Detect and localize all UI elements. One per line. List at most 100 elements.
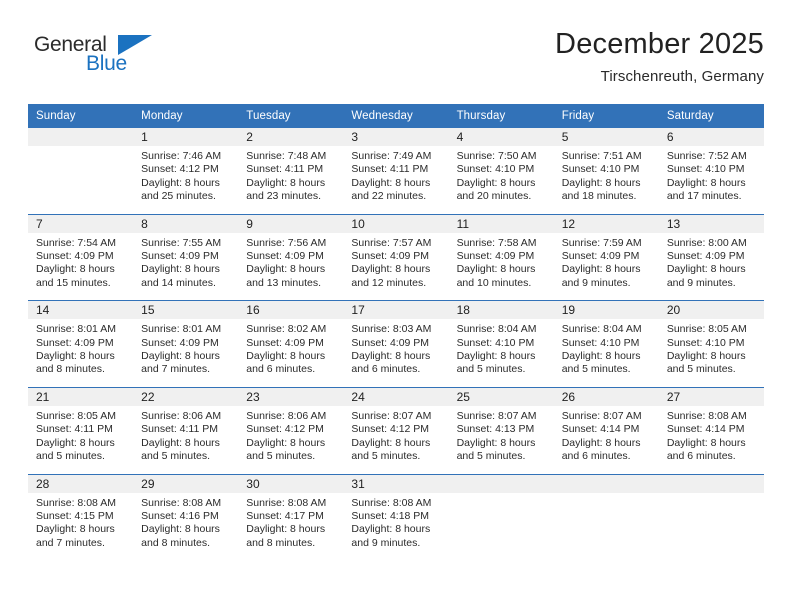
daylight-text-line1: Daylight: 8 hours [246, 263, 326, 276]
calendar-day-cell[interactable]: 23 Sunrise: 8:06 AM Sunset: 4:12 PM Dayligh… [238, 386, 344, 474]
daylight-text-line2: and 17 minutes. [666, 190, 742, 203]
day-details: Sunrise: 8:08 AM Sunset: 4:14 PM Daylight:… [659, 406, 764, 474]
sunset-text: Sunset: 4:16 PM [141, 509, 219, 522]
day-details: Sunrise: 8:07 AM Sunset: 4:13 PM Daylight:… [449, 406, 554, 474]
sunset-text: Sunset: 4:17 PM [246, 509, 324, 522]
sunset-text: Sunset: 4:09 PM [351, 336, 430, 349]
calendar-day-cell[interactable]: 18 Sunrise: 8:04 AM Sunset: 4:10 PM Dayligh… [448, 300, 554, 388]
calendar-day-cell[interactable]: 20 Sunrise: 8:05 AM Sunset: 4:10 PM Dayligh… [658, 300, 764, 388]
sunrise-text: Sunrise: 7:50 AM [456, 150, 537, 162]
daylight-text-line1: Daylight: 8 hours [36, 263, 115, 276]
calendar-day-cell[interactable]: 5 Sunrise: 7:51 AM Sunset: 4:10 PM Daylight… [553, 128, 659, 214]
day-details [659, 493, 764, 555]
sunset-text: Sunset: 4:10 PM [456, 336, 535, 349]
day-details: Sunrise: 7:59 AM Sunset: 4:09 PM Daylight:… [554, 233, 659, 301]
day-details: Sunrise: 8:08 AM Sunset: 4:17 PM Daylight:… [238, 493, 343, 561]
calendar-day-cell[interactable]: 31 Sunrise: 8:08 AM Sunset: 4:18 PM Dayligh… [343, 473, 449, 561]
calendar-day-cell[interactable]: 2 Sunrise: 7:48 AM Sunset: 4:11 PM Daylight… [238, 128, 344, 214]
day-details: Sunrise: 8:01 AM Sunset: 4:09 PM Daylight:… [28, 319, 133, 387]
sunset-text: Sunset: 4:12 PM [246, 423, 324, 436]
calendar-day-cell[interactable]: 22 Sunrise: 8:06 AM Sunset: 4:11 PM Dayligh… [133, 386, 239, 474]
daylight-text-line2: and 25 minutes. [141, 190, 216, 203]
calendar-day-cell[interactable]: 14 Sunrise: 8:01 AM Sunset: 4:09 PM Dayligh… [28, 300, 134, 388]
weekday-header-monday: Monday [133, 104, 239, 128]
day-details: Sunrise: 7:50 AM Sunset: 4:10 PM Daylight:… [449, 146, 554, 214]
daylight-text-line2: and 23 minutes. [246, 190, 321, 203]
day-details: Sunrise: 7:49 AM Sunset: 4:11 PM Daylight:… [343, 146, 448, 214]
day-number: 24 [343, 387, 449, 406]
daylight-text-line2: and 5 minutes. [351, 450, 421, 463]
calendar-day-cell[interactable]: 10 Sunrise: 7:57 AM Sunset: 4:09 PM Dayligh… [343, 213, 449, 301]
calendar-day-cell[interactable]: 17 Sunrise: 8:03 AM Sunset: 4:09 PM Dayligh… [343, 300, 449, 388]
day-details: Sunrise: 8:06 AM Sunset: 4:12 PM Daylight:… [238, 406, 343, 474]
calendar-day-cell[interactable]: 29 Sunrise: 8:08 AM Sunset: 4:16 PM Dayligh… [133, 473, 239, 561]
daylight-text-line2: and 13 minutes. [246, 276, 321, 289]
day-number: 21 [28, 387, 134, 406]
calendar-day-cell[interactable]: 27 Sunrise: 8:08 AM Sunset: 4:14 PM Dayligh… [658, 386, 764, 474]
calendar-week-row: 7 Sunrise: 7:54 AM Sunset: 4:09 PM Daylight… [28, 213, 764, 301]
calendar-day-cell[interactable]: 15 Sunrise: 8:01 AM Sunset: 4:09 PM Dayligh… [133, 300, 239, 388]
day-details: Sunrise: 8:07 AM Sunset: 4:12 PM Daylight:… [343, 406, 448, 474]
calendar-day-cell[interactable]: 13 Sunrise: 8:00 AM Sunset: 4:09 PM Dayligh… [658, 213, 764, 301]
sunrise-text: Sunrise: 8:00 AM [666, 236, 747, 249]
calendar-day-cell[interactable]: 6 Sunrise: 7:52 AM Sunset: 4:10 PM Daylight… [658, 128, 764, 214]
calendar-day-cell[interactable]: 24 Sunrise: 8:07 AM Sunset: 4:12 PM Dayligh… [343, 386, 449, 474]
daylight-text-line1: Daylight: 8 hours [351, 350, 431, 363]
sunset-text: Sunset: 4:09 PM [36, 336, 114, 349]
calendar-day-cell[interactable]: 19 Sunrise: 8:04 AM Sunset: 4:10 PM Dayligh… [553, 300, 659, 388]
daylight-text-line1: Daylight: 8 hours [246, 523, 326, 536]
calendar-day-cell[interactable]: 30 Sunrise: 8:08 AM Sunset: 4:17 PM Dayligh… [238, 473, 344, 561]
sunrise-text: Sunrise: 7:59 AM [561, 236, 642, 249]
sunset-text: Sunset: 4:09 PM [456, 250, 535, 263]
day-details: Sunrise: 7:48 AM Sunset: 4:11 PM Daylight:… [238, 146, 343, 214]
daylight-text-line1: Daylight: 8 hours [561, 176, 641, 189]
calendar-day-cell[interactable]: 21 Sunrise: 8:05 AM Sunset: 4:11 PM Dayligh… [28, 386, 134, 474]
weekday-header-wednesday: Wednesday [343, 104, 449, 128]
sunrise-text: Sunrise: 7:52 AM [666, 150, 747, 162]
sunset-text: Sunset: 4:09 PM [666, 250, 745, 263]
calendar-day-cell[interactable]: 3 Sunrise: 7:49 AM Sunset: 4:11 PM Daylight… [343, 128, 449, 214]
day-details: Sunrise: 7:51 AM Sunset: 4:10 PM Daylight:… [554, 146, 659, 214]
sunset-text: Sunset: 4:11 PM [246, 163, 324, 176]
sunrise-text: Sunrise: 7:55 AM [141, 236, 222, 249]
sunrise-text: Sunrise: 7:46 AM [141, 150, 222, 162]
day-number: 3 [343, 128, 449, 146]
calendar-day-cell[interactable]: 8 Sunrise: 7:55 AM Sunset: 4:09 PM Daylight… [133, 213, 239, 301]
sunrise-text: Sunrise: 8:02 AM [246, 323, 327, 336]
day-number [448, 474, 554, 493]
calendar-day-cell-empty [448, 473, 554, 561]
calendar-day-cell[interactable]: 11 Sunrise: 7:58 AM Sunset: 4:09 PM Dayligh… [448, 213, 554, 301]
weekday-header-row: Sunday Monday Tuesday Wednesday Thursday Frid… [28, 104, 764, 128]
daylight-text-line1: Daylight: 8 hours [561, 350, 641, 363]
sunset-text: Sunset: 4:14 PM [561, 423, 640, 436]
calendar-day-cell[interactable]: 12 Sunrise: 7:59 AM Sunset: 4:09 PM Dayligh… [553, 213, 659, 301]
sunrise-text: Sunrise: 8:04 AM [456, 323, 537, 336]
calendar-day-cell[interactable]: 9 Sunrise: 7:56 AM Sunset: 4:09 PM Daylight… [238, 213, 344, 301]
weekday-header-thursday: Thursday [448, 104, 554, 128]
day-number: 9 [238, 214, 344, 233]
daylight-text-line1: Daylight: 8 hours [246, 436, 326, 449]
day-number: 30 [238, 474, 344, 493]
calendar-day-cell[interactable]: 25 Sunrise: 8:07 AM Sunset: 4:13 PM Dayligh… [448, 386, 554, 474]
calendar-day-cell[interactable]: 7 Sunrise: 7:54 AM Sunset: 4:09 PM Daylight… [28, 213, 134, 301]
daylight-text-line1: Daylight: 8 hours [666, 436, 746, 449]
sunrise-text: Sunrise: 8:08 AM [246, 496, 327, 509]
calendar-day-cell[interactable]: 1 Sunrise: 7:46 AM Sunset: 4:12 PM Daylight… [133, 128, 239, 214]
calendar-day-cell-empty [553, 473, 659, 561]
weekday-header-saturday: Saturday [658, 104, 764, 128]
calendar-day-cell[interactable]: 4 Sunrise: 7:50 AM Sunset: 4:10 PM Daylight… [448, 128, 554, 214]
sunset-text: Sunset: 4:10 PM [666, 163, 745, 176]
sunrise-text: Sunrise: 7:48 AM [246, 150, 327, 162]
calendar-day-cell[interactable]: 26 Sunrise: 8:07 AM Sunset: 4:14 PM Dayligh… [553, 386, 659, 474]
day-number [658, 474, 764, 493]
daylight-text-line1: Daylight: 8 hours [351, 523, 431, 536]
calendar-day-cell[interactable]: 16 Sunrise: 8:02 AM Sunset: 4:09 PM Dayligh… [238, 300, 344, 388]
daylight-text-line2: and 6 minutes. [351, 363, 421, 376]
day-number: 12 [553, 214, 659, 233]
sunrise-text: Sunrise: 7:57 AM [351, 236, 432, 249]
sunset-text: Sunset: 4:09 PM [141, 336, 219, 349]
sunrise-text: Sunrise: 7:54 AM [36, 236, 116, 249]
calendar-header-row: Sunday Monday Tuesday Wednesday Thursday Frid… [28, 104, 764, 128]
calendar-day-cell[interactable]: 28 Sunrise: 8:08 AM Sunset: 4:15 PM Dayligh… [28, 473, 134, 561]
general-blue-logo[interactable]: General Blue [28, 26, 168, 84]
